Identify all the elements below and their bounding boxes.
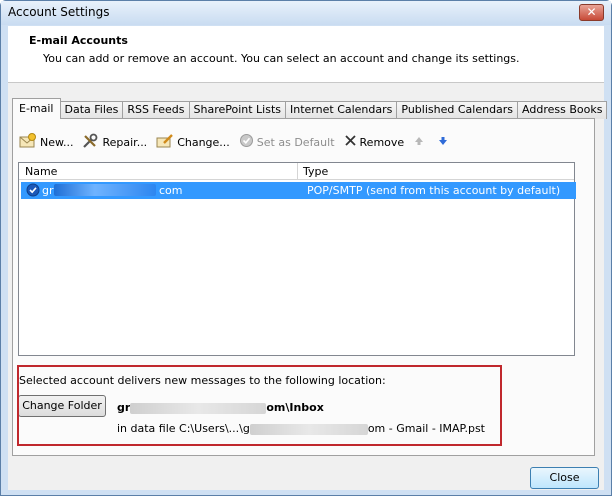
tab-address-books[interactable]: Address Books: [517, 101, 608, 119]
redacted-account-name: [54, 184, 156, 196]
tab-strip: E-mail Data Files RSS Feeds SharePoint L…: [12, 98, 608, 119]
arrow-down-icon: [437, 135, 449, 150]
repair-account-label: Repair...: [102, 135, 148, 149]
tools-icon: [82, 133, 99, 152]
email-tab-panel: New... Repair... Change... Set as Defaul…: [12, 118, 595, 456]
tab-published-calendars[interactable]: Published Calendars: [396, 101, 519, 119]
accounts-list[interactable]: Name Type gr com POP/SMTP (send from thi…: [18, 162, 576, 356]
dialog-body: E-mail Accounts You can add or remove an…: [8, 26, 608, 490]
close-button[interactable]: Close: [530, 467, 599, 489]
default-account-icon: [26, 183, 40, 200]
annotation-highlight-box: [17, 365, 502, 446]
header-description: You can add or remove an account. You ca…: [43, 52, 520, 65]
repair-account-button[interactable]: Repair...: [82, 133, 147, 152]
delete-x-icon: [344, 134, 357, 150]
remove-account-label: Remove: [359, 135, 405, 149]
window-close-button[interactable]: ✕: [579, 4, 604, 21]
tab-rss-feeds[interactable]: RSS Feeds: [122, 101, 190, 119]
change-account-label: Change...: [177, 135, 230, 149]
window-title: Account Settings: [8, 5, 110, 19]
set-default-button[interactable]: Set as Default: [239, 133, 335, 151]
move-down-button[interactable]: [437, 135, 452, 150]
arrow-up-icon: [413, 135, 425, 150]
tab-data-files[interactable]: Data Files: [59, 101, 124, 119]
tab-email[interactable]: E-mail: [12, 98, 61, 119]
accounts-list-header: Name Type: [19, 163, 574, 180]
account-toolbar: New... Repair... Change... Set as Defaul…: [19, 131, 461, 153]
set-default-label: Set as Default: [256, 135, 335, 149]
new-mail-icon: [19, 132, 37, 152]
column-header-type[interactable]: Type: [303, 165, 328, 178]
tab-sharepoint-lists[interactable]: SharePoint Lists: [188, 101, 287, 119]
check-circle-icon: [239, 133, 254, 151]
move-up-button[interactable]: [413, 135, 428, 150]
header-title: E-mail Accounts: [29, 34, 128, 47]
change-account-button[interactable]: Change...: [156, 133, 230, 152]
new-account-label: New...: [40, 135, 74, 149]
column-header-name[interactable]: Name: [25, 165, 57, 178]
account-settings-window: Account Settings ✕ E-mail Accounts You c…: [0, 0, 612, 496]
account-type: POP/SMTP (send from this account by defa…: [307, 184, 561, 197]
column-divider[interactable]: [297, 163, 298, 180]
account-name-suffix: com: [159, 184, 183, 197]
account-row[interactable]: gr com POP/SMTP (send from this account …: [21, 182, 576, 199]
title-bar[interactable]: Account Settings ✕: [1, 1, 611, 25]
tab-internet-calendars[interactable]: Internet Calendars: [285, 101, 398, 119]
edit-account-icon: [156, 133, 174, 152]
new-account-button[interactable]: New...: [19, 132, 74, 152]
header-band: E-mail Accounts You can add or remove an…: [8, 26, 604, 83]
account-name-prefix: gr: [42, 184, 54, 197]
remove-account-button[interactable]: Remove: [344, 134, 405, 150]
